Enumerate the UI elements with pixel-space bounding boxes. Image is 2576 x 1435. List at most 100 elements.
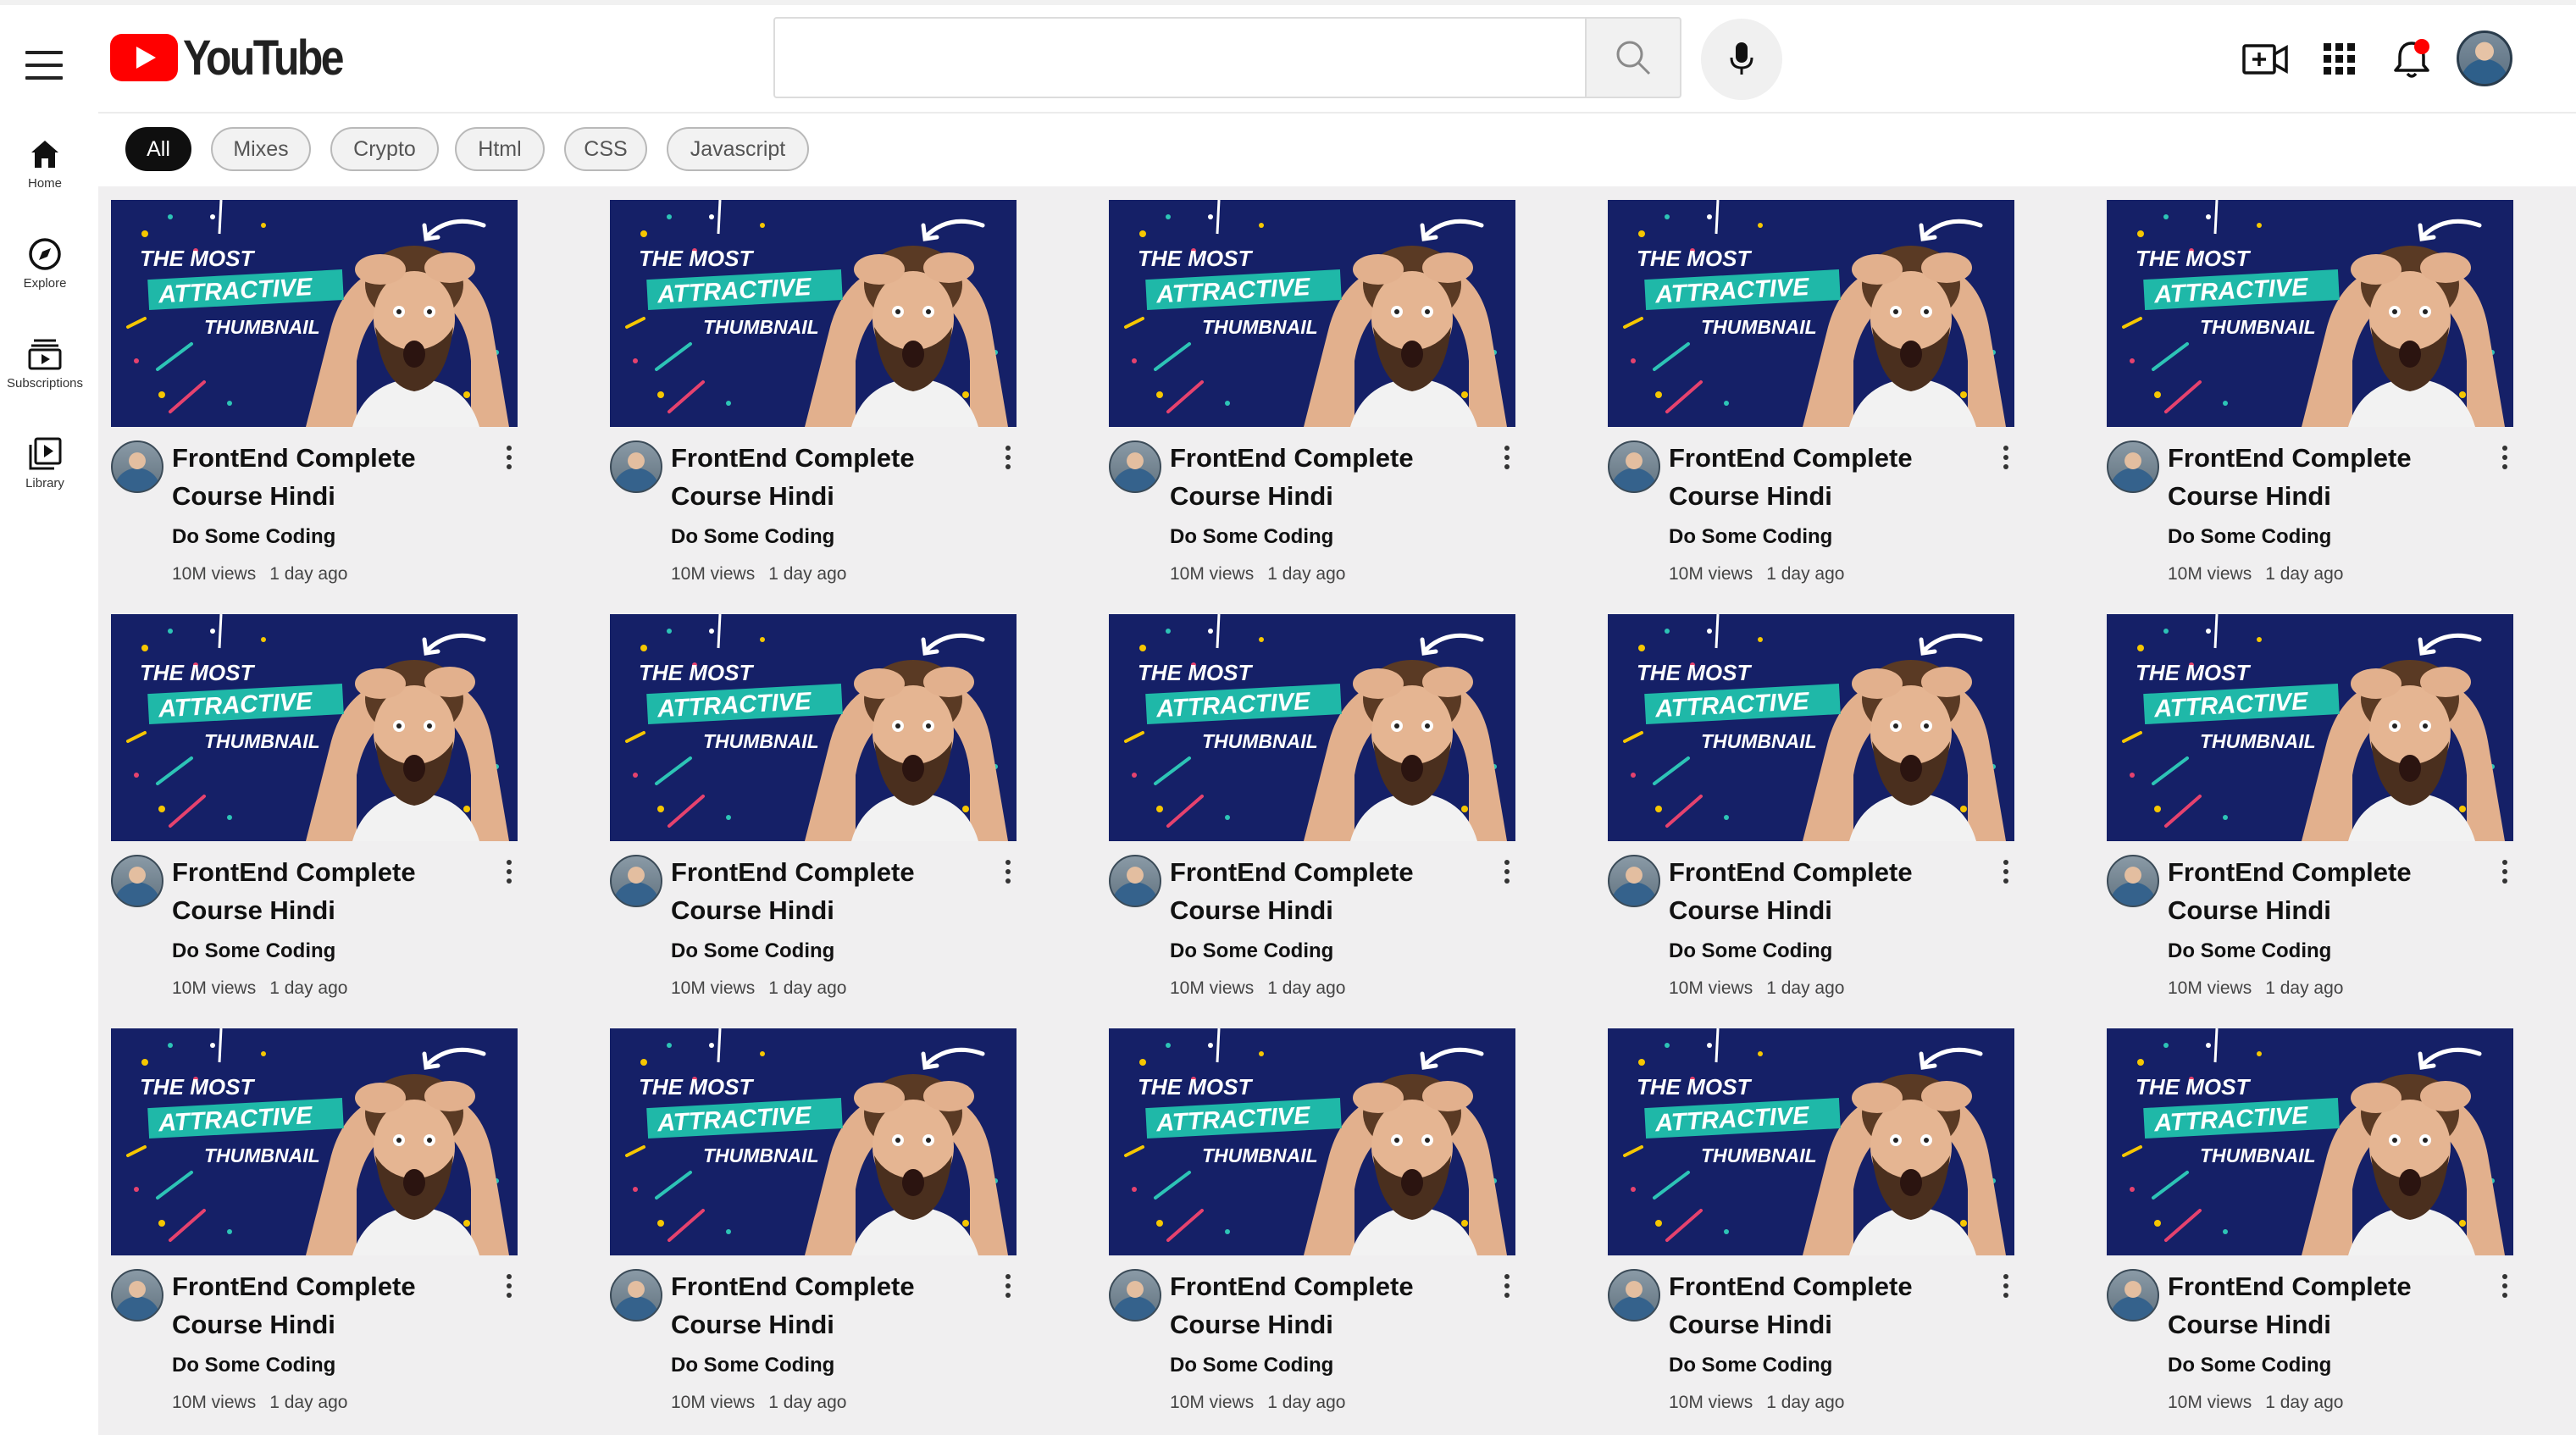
video-title[interactable]: FrontEnd Complete Course Hindi bbox=[1170, 1267, 1449, 1344]
video-card[interactable]: THE MOST ATTRACTIVE THUMBNAIL FrontEnd C… bbox=[610, 601, 1017, 1006]
video-thumbnail[interactable]: THE MOST ATTRACTIVE THUMBNAIL bbox=[1109, 1028, 1515, 1255]
video-thumbnail[interactable]: THE MOST ATTRACTIVE THUMBNAIL bbox=[111, 1028, 518, 1255]
video-title[interactable]: FrontEnd Complete Course Hindi bbox=[1170, 439, 1449, 515]
channel-name[interactable]: Do Some Coding bbox=[671, 939, 834, 963]
video-title[interactable]: FrontEnd Complete Course Hindi bbox=[1669, 1267, 1948, 1344]
search-button[interactable] bbox=[1587, 17, 1681, 98]
video-card[interactable]: THE MOST ATTRACTIVE THUMBNAIL FrontEnd C… bbox=[1608, 186, 2014, 591]
video-thumbnail[interactable]: THE MOST ATTRACTIVE THUMBNAIL bbox=[1109, 614, 1515, 841]
video-card[interactable]: THE MOST ATTRACTIVE THUMBNAIL FrontEnd C… bbox=[610, 1015, 1017, 1420]
video-thumbnail[interactable]: THE MOST ATTRACTIVE THUMBNAIL bbox=[111, 200, 518, 427]
channel-avatar[interactable] bbox=[1608, 855, 1660, 907]
video-thumbnail[interactable]: THE MOST ATTRACTIVE THUMBNAIL bbox=[1608, 1028, 2014, 1255]
voice-search-button[interactable] bbox=[1701, 19, 1782, 100]
video-card[interactable]: THE MOST ATTRACTIVE THUMBNAIL FrontEnd C… bbox=[2107, 601, 2513, 1006]
sidebar-item-home[interactable]: Home bbox=[0, 134, 90, 191]
channel-avatar[interactable] bbox=[1109, 1269, 1161, 1321]
channel-avatar[interactable] bbox=[111, 440, 163, 493]
video-thumbnail[interactable]: THE MOST ATTRACTIVE THUMBNAIL bbox=[1608, 200, 2014, 427]
channel-avatar[interactable] bbox=[1608, 440, 1660, 493]
chip-mixes[interactable]: Mixes bbox=[211, 127, 311, 171]
channel-name[interactable]: Do Some Coding bbox=[172, 1354, 335, 1377]
more-options-icon[interactable] bbox=[501, 860, 518, 890]
video-card[interactable]: THE MOST ATTRACTIVE THUMBNAIL FrontEnd C… bbox=[111, 601, 518, 1006]
youtube-logo[interactable]: YouTube bbox=[110, 30, 368, 86]
notifications-button[interactable] bbox=[2386, 34, 2437, 85]
create-video-button[interactable] bbox=[2240, 34, 2291, 85]
channel-avatar[interactable] bbox=[610, 855, 662, 907]
channel-name[interactable]: Do Some Coding bbox=[172, 939, 335, 963]
video-card[interactable]: THE MOST ATTRACTIVE THUMBNAIL FrontEnd C… bbox=[111, 186, 518, 591]
apps-button[interactable] bbox=[2314, 34, 2365, 85]
channel-name[interactable]: Do Some Coding bbox=[1170, 939, 1333, 963]
more-options-icon[interactable] bbox=[501, 446, 518, 476]
video-card[interactable]: THE MOST ATTRACTIVE THUMBNAIL FrontEnd C… bbox=[1109, 1015, 1515, 1420]
video-card[interactable]: THE MOST ATTRACTIVE THUMBNAIL FrontEnd C… bbox=[1109, 601, 1515, 1006]
more-options-icon[interactable] bbox=[1997, 860, 2014, 890]
channel-name[interactable]: Do Some Coding bbox=[1170, 525, 1333, 549]
video-title[interactable]: FrontEnd Complete Course Hindi bbox=[671, 853, 950, 929]
video-title[interactable]: FrontEnd Complete Course Hindi bbox=[172, 853, 451, 929]
more-options-icon[interactable] bbox=[1997, 1274, 2014, 1305]
avatar[interactable] bbox=[2457, 30, 2512, 86]
channel-avatar[interactable] bbox=[2107, 440, 2159, 493]
channel-avatar[interactable] bbox=[610, 440, 662, 493]
video-thumbnail[interactable]: THE MOST ATTRACTIVE THUMBNAIL bbox=[610, 1028, 1017, 1255]
video-thumbnail[interactable]: THE MOST ATTRACTIVE THUMBNAIL bbox=[1109, 200, 1515, 427]
video-card[interactable]: THE MOST ATTRACTIVE THUMBNAIL FrontEnd C… bbox=[1608, 1015, 2014, 1420]
sidebar-item-subscriptions[interactable]: Subscriptions bbox=[0, 334, 90, 391]
channel-avatar[interactable] bbox=[1608, 1269, 1660, 1321]
channel-name[interactable]: Do Some Coding bbox=[2168, 939, 2331, 963]
video-thumbnail[interactable]: THE MOST ATTRACTIVE THUMBNAIL bbox=[111, 614, 518, 841]
more-options-icon[interactable] bbox=[1000, 446, 1017, 476]
sidebar-item-library[interactable]: Library bbox=[0, 434, 90, 490]
channel-name[interactable]: Do Some Coding bbox=[1669, 1354, 1832, 1377]
video-thumbnail[interactable]: THE MOST ATTRACTIVE THUMBNAIL bbox=[1608, 614, 2014, 841]
video-title[interactable]: FrontEnd Complete Course Hindi bbox=[1669, 439, 1948, 515]
video-thumbnail[interactable]: THE MOST ATTRACTIVE THUMBNAIL bbox=[2107, 200, 2513, 427]
more-options-icon[interactable] bbox=[1000, 860, 1017, 890]
more-options-icon[interactable] bbox=[501, 1274, 518, 1305]
video-card[interactable]: THE MOST ATTRACTIVE THUMBNAIL FrontEnd C… bbox=[1109, 186, 1515, 591]
channel-name[interactable]: Do Some Coding bbox=[1170, 1354, 1333, 1377]
more-options-icon[interactable] bbox=[1499, 860, 1515, 890]
video-card[interactable]: THE MOST ATTRACTIVE THUMBNAIL FrontEnd C… bbox=[2107, 186, 2513, 591]
channel-avatar[interactable] bbox=[2107, 855, 2159, 907]
more-options-icon[interactable] bbox=[2496, 446, 2513, 476]
video-card[interactable]: THE MOST ATTRACTIVE THUMBNAIL FrontEnd C… bbox=[2107, 1015, 2513, 1420]
more-options-icon[interactable] bbox=[1997, 446, 2014, 476]
channel-avatar[interactable] bbox=[111, 1269, 163, 1321]
channel-name[interactable]: Do Some Coding bbox=[1669, 525, 1832, 549]
channel-avatar[interactable] bbox=[610, 1269, 662, 1321]
video-title[interactable]: FrontEnd Complete Course Hindi bbox=[1170, 853, 1449, 929]
video-title[interactable]: FrontEnd Complete Course Hindi bbox=[2168, 439, 2447, 515]
video-card[interactable]: THE MOST ATTRACTIVE THUMBNAIL FrontEnd C… bbox=[1608, 601, 2014, 1006]
video-title[interactable]: FrontEnd Complete Course Hindi bbox=[1669, 853, 1948, 929]
channel-name[interactable]: Do Some Coding bbox=[2168, 525, 2331, 549]
more-options-icon[interactable] bbox=[1499, 446, 1515, 476]
sidebar-item-explore[interactable]: Explore bbox=[0, 234, 90, 291]
video-card[interactable]: THE MOST ATTRACTIVE THUMBNAIL FrontEnd C… bbox=[610, 186, 1017, 591]
channel-avatar[interactable] bbox=[111, 855, 163, 907]
search-input[interactable] bbox=[773, 17, 1587, 98]
channel-name[interactable]: Do Some Coding bbox=[671, 1354, 834, 1377]
channel-avatar[interactable] bbox=[1109, 440, 1161, 493]
more-options-icon[interactable] bbox=[2496, 1274, 2513, 1305]
hamburger-menu-icon[interactable] bbox=[25, 51, 63, 80]
video-thumbnail[interactable]: THE MOST ATTRACTIVE THUMBNAIL bbox=[610, 614, 1017, 841]
video-title[interactable]: FrontEnd Complete Course Hindi bbox=[2168, 1267, 2447, 1344]
video-card[interactable]: THE MOST ATTRACTIVE THUMBNAIL FrontEnd C… bbox=[111, 1015, 518, 1420]
video-title[interactable]: FrontEnd Complete Course Hindi bbox=[2168, 853, 2447, 929]
video-title[interactable]: FrontEnd Complete Course Hindi bbox=[172, 439, 451, 515]
channel-name[interactable]: Do Some Coding bbox=[671, 525, 834, 549]
more-options-icon[interactable] bbox=[1499, 1274, 1515, 1305]
channel-avatar[interactable] bbox=[1109, 855, 1161, 907]
more-options-icon[interactable] bbox=[2496, 860, 2513, 890]
channel-name[interactable]: Do Some Coding bbox=[1669, 939, 1832, 963]
channel-name[interactable]: Do Some Coding bbox=[172, 525, 335, 549]
channel-name[interactable]: Do Some Coding bbox=[2168, 1354, 2331, 1377]
more-options-icon[interactable] bbox=[1000, 1274, 1017, 1305]
channel-avatar[interactable] bbox=[2107, 1269, 2159, 1321]
video-thumbnail[interactable]: THE MOST ATTRACTIVE THUMBNAIL bbox=[610, 200, 1017, 427]
video-thumbnail[interactable]: THE MOST ATTRACTIVE THUMBNAIL bbox=[2107, 614, 2513, 841]
